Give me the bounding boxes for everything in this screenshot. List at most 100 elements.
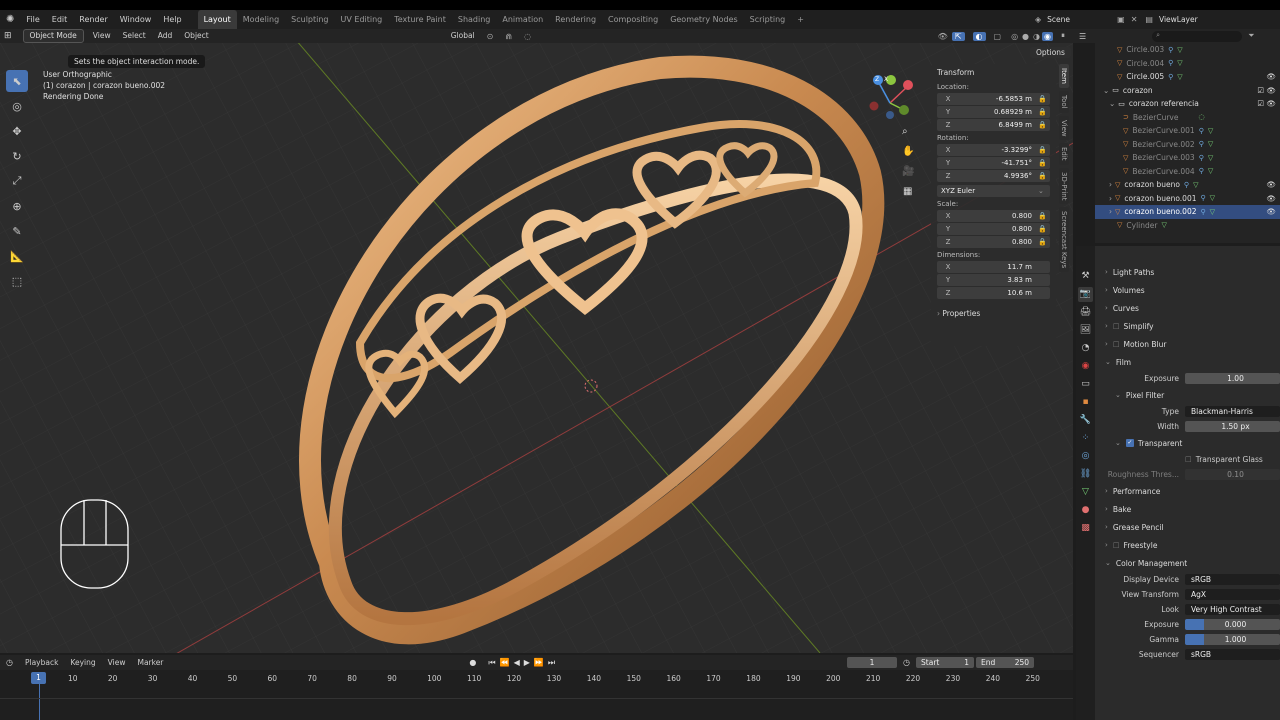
physics-tab-icon[interactable]: ◎ <box>1078 449 1093 464</box>
outliner-row-corazon-referencia[interactable]: ⌄ ▭ corazon referencia ☑ 👁 <box>1095 97 1280 111</box>
pause-render-icon[interactable]: ⏸ <box>1053 31 1073 41</box>
view-transform-dropdown[interactable]: View Transform AgX <box>1095 587 1280 602</box>
outliner-row-corazon-bueno-001[interactable]: › ▽ corazon bueno.001 ⚲ ▽ 👁 <box>1095 192 1280 206</box>
filter-type-dropdown[interactable]: Type Blackman-Harris <box>1095 404 1280 419</box>
outliner-row-circle-004[interactable]: ▽ Circle.004 ⚲ ▽ <box>1095 57 1280 71</box>
timeline-ruler[interactable]: 10 20 30 40 50 60 70 80 90 100 110 120 130 140 150 160 1… <box>0 670 1073 720</box>
view-layer-name[interactable]: ViewLayer <box>1159 10 1229 29</box>
record-icon[interactable]: ● <box>459 658 486 667</box>
outliner-row-cylinder[interactable]: ▽ Cylinder ▽ <box>1095 219 1280 233</box>
overlay-toggle-icon[interactable]: ◐ <box>972 31 986 41</box>
menu-marker[interactable]: Marker <box>131 656 169 670</box>
scene-icon[interactable]: ◈ <box>1035 10 1041 29</box>
menu-select[interactable]: Select <box>117 29 152 43</box>
menu-render[interactable]: Render <box>73 10 113 29</box>
menu-view[interactable]: View <box>87 29 117 43</box>
output-tab-icon[interactable]: 🖨 <box>1078 305 1093 320</box>
options-button[interactable]: Options <box>1030 47 1071 58</box>
timeline-editor-icon[interactable]: ◷ <box>0 658 19 667</box>
camera-icon[interactable]: 🎥 <box>902 166 914 177</box>
shading-material-icon[interactable]: ◑ <box>1031 32 1042 41</box>
gizmo-toggle-icon[interactable]: ⇱ <box>951 31 965 41</box>
transform-panel-title[interactable]: Transform <box>931 64 1056 81</box>
section-film[interactable]: ⌄ Film <box>1095 353 1280 371</box>
menu-edit[interactable]: Edit <box>46 10 74 29</box>
scale-x-field[interactable]: X 0.800 🔒 <box>937 210 1050 222</box>
view-layer-icon[interactable]: ▤ <box>1145 10 1153 29</box>
tab-animation[interactable]: Animation <box>496 10 549 29</box>
tab-tool[interactable]: Tool <box>1059 90 1069 113</box>
section-transparent[interactable]: ⌄ ✓ Transparent <box>1095 434 1280 452</box>
dimension-z-field[interactable]: Z 10.6 m <box>937 287 1050 299</box>
scale-z-field[interactable]: Z 0.800 🔒 <box>937 236 1050 248</box>
location-z-field[interactable]: Z 6.8499 m 🔒 <box>937 119 1050 131</box>
menu-file[interactable]: File <box>20 10 45 29</box>
section-freestyle[interactable]: › ☐ Freestyle <box>1095 536 1280 554</box>
transform-tool-icon[interactable]: ⊕ <box>6 195 28 217</box>
menu-timeline-view[interactable]: View <box>102 656 132 670</box>
outliner-row-corazon-bueno[interactable]: › ▽ corazon bueno ⚲ ▽ 👁 <box>1095 178 1280 192</box>
sequencer-dropdown[interactable]: Sequencer sRGB <box>1095 647 1280 662</box>
select-tool-icon[interactable]: ⬉ <box>6 70 28 92</box>
menu-add[interactable]: Add <box>152 29 179 43</box>
view-layer-tab-icon[interactable]: 🖼 <box>1078 323 1093 338</box>
outliner-row-circle-005[interactable]: ▽ Circle.005 ⚲ ▽ 👁 <box>1095 70 1280 84</box>
outliner-row-corazon-bueno-002[interactable]: › ▽ corazon bueno.002 ⚲ ▽ 👁 <box>1095 205 1280 219</box>
rotate-tool-icon[interactable]: ↻ <box>6 145 28 167</box>
outliner-row-corazon-collection[interactable]: ⌄ ▭ corazon ☑ 👁 <box>1095 84 1280 98</box>
tab-rendering[interactable]: Rendering <box>549 10 602 29</box>
pivot-icon[interactable]: ⊙ <box>481 32 500 41</box>
section-bake[interactable]: › Bake <box>1095 500 1280 518</box>
move-tool-icon[interactable]: ✥ <box>6 120 28 142</box>
tab-geometry-nodes[interactable]: Geometry Nodes <box>664 10 743 29</box>
rotation-z-field[interactable]: Z 4.9936° 🔒 <box>937 170 1050 182</box>
visibility-icon[interactable]: 👁 <box>934 32 952 41</box>
menu-playback[interactable]: Playback <box>19 656 64 670</box>
material-tab-icon[interactable]: ● <box>1078 503 1093 518</box>
tab-layout[interactable]: Layout <box>197 10 237 29</box>
tab-texture-paint[interactable]: Texture Paint <box>388 10 452 29</box>
blender-logo-icon[interactable]: ✺ <box>0 14 20 25</box>
next-keyframe-icon[interactable]: ⏩ <box>532 658 546 667</box>
play-reverse-icon[interactable]: ◀ <box>512 658 522 667</box>
modifier-tab-icon[interactable]: 🔧 <box>1078 413 1093 428</box>
shading-rendered-icon[interactable]: ◉ <box>1042 31 1053 41</box>
shading-wireframe-icon[interactable]: ◎ <box>1009 32 1020 41</box>
tab-screencast-keys[interactable]: Screencast Keys <box>1059 207 1069 273</box>
section-color-management[interactable]: ⌄ Color Management <box>1095 554 1280 572</box>
mode-dropdown[interactable]: Object Mode <box>22 29 84 43</box>
section-grease-pencil[interactable]: › Grease Pencil <box>1095 518 1280 536</box>
prev-keyframe-icon[interactable]: ⏪ <box>498 658 512 667</box>
tab-compositing[interactable]: Compositing <box>602 10 664 29</box>
outliner-row-beziercurve-004[interactable]: ▽ BezierCurve.004 ⚲ ▽ <box>1095 165 1280 179</box>
menu-keying[interactable]: Keying <box>64 656 101 670</box>
dimension-x-field[interactable]: X 11.7 m <box>937 261 1050 273</box>
close-icon[interactable]: ✕ <box>1131 10 1138 29</box>
clock-icon[interactable]: ◷ <box>897 658 916 667</box>
tab-item[interactable]: Item <box>1059 64 1069 88</box>
particles-tab-icon[interactable]: ⁘ <box>1078 431 1093 446</box>
outliner-search-field[interactable]: ⌕ <box>1152 30 1243 42</box>
jump-end-icon[interactable]: ⏭ <box>546 658 557 668</box>
annotate-tool-icon[interactable]: ✎ <box>6 220 28 242</box>
rotation-mode-dropdown[interactable]: XYZ Euler ⌄ <box>937 185 1050 197</box>
section-light-paths[interactable]: › Light Paths <box>1095 263 1280 281</box>
section-curves[interactable]: › Curves <box>1095 299 1280 317</box>
section-motion-blur[interactable]: › ☐ Motion Blur <box>1095 335 1280 353</box>
section-volumes[interactable]: › Volumes <box>1095 281 1280 299</box>
outliner-row-beziercurve-002[interactable]: ▽ BezierCurve.002 ⚲ ▽ <box>1095 138 1280 152</box>
menu-object[interactable]: Object <box>178 29 214 43</box>
proportional-edit-icon[interactable]: ◌ <box>518 32 537 41</box>
outliner-row-beziercurve-001[interactable]: ▽ BezierCurve.001 ⚲ ▽ <box>1095 124 1280 138</box>
jump-start-icon[interactable]: ⏮ <box>486 658 497 668</box>
properties-subpanel[interactable]: › Properties <box>931 305 1056 322</box>
display-device-dropdown[interactable]: Display Device sRGB <box>1095 572 1280 587</box>
scale-y-field[interactable]: Y 0.800 🔒 <box>937 223 1050 235</box>
outliner-row-beziercurve[interactable]: ⊃ BezierCurve ◌ <box>1095 111 1280 125</box>
xray-icon[interactable]: ▢ <box>986 32 1010 41</box>
scene-tab-icon[interactable]: ◔ <box>1078 341 1093 356</box>
current-frame-field[interactable]: 1 <box>847 657 898 668</box>
tab-sculpting[interactable]: Sculpting <box>285 10 334 29</box>
editor-type-icon[interactable]: ⊞ <box>0 31 16 41</box>
collection-tab-icon[interactable]: ▭ <box>1078 377 1093 392</box>
